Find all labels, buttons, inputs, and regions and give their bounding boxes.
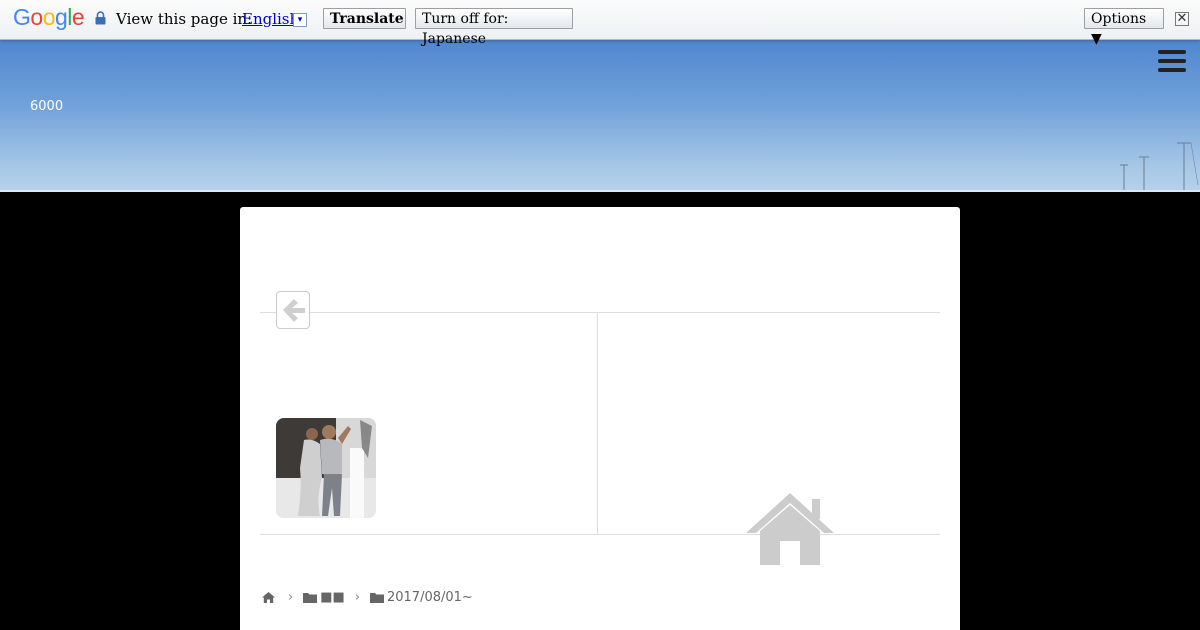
options-button[interactable]: Options ▼ xyxy=(1084,8,1164,47)
breadcrumb-subcategory[interactable]: 2017/08/01~ xyxy=(369,590,473,605)
previous-post-button[interactable] xyxy=(276,291,310,329)
home-icon xyxy=(262,592,275,603)
home-icon[interactable] xyxy=(744,491,836,565)
breadcrumb-home[interactable] xyxy=(262,592,278,603)
header-banner: 6000 xyxy=(0,39,1200,192)
translate-button[interactable]: Translate xyxy=(323,8,406,29)
breadcrumb-category[interactable]: ■■ xyxy=(303,590,345,605)
language-link[interactable]: English xyxy=(242,10,299,28)
dancing-couple-photo xyxy=(276,418,376,518)
post-navigation-divider xyxy=(597,313,598,534)
chevron-right-icon: › xyxy=(288,590,294,605)
power-poles-decoration xyxy=(1120,142,1199,190)
content-card: › ■■ › 2017/08/01~ xyxy=(240,207,960,630)
arrow-left-icon xyxy=(283,299,305,322)
google-logo: Google xyxy=(13,4,85,30)
folder-icon xyxy=(303,593,318,603)
folder-icon xyxy=(369,593,384,603)
hamburger-menu-icon[interactable] xyxy=(1158,50,1186,74)
language-dropdown-icon[interactable]: ▾ xyxy=(293,13,307,27)
breadcrumb: › ■■ › 2017/08/01~ xyxy=(262,590,473,605)
breadcrumb-subcategory-label: 2017/08/01~ xyxy=(386,590,473,605)
close-icon[interactable]: ✕ xyxy=(1175,12,1189,26)
site-title[interactable]: 6000 xyxy=(30,99,63,114)
chevron-right-icon: › xyxy=(354,590,360,605)
post-thumbnail[interactable] xyxy=(276,418,376,518)
translate-bar: Google View this page in: English ▾ Tran… xyxy=(0,0,1200,47)
turn-off-button[interactable]: Turn off for: Japanese xyxy=(415,8,573,47)
lock-icon xyxy=(95,11,106,25)
breadcrumb-category-label: ■■ xyxy=(320,590,345,605)
view-page-in-label: View this page in: xyxy=(116,10,253,28)
